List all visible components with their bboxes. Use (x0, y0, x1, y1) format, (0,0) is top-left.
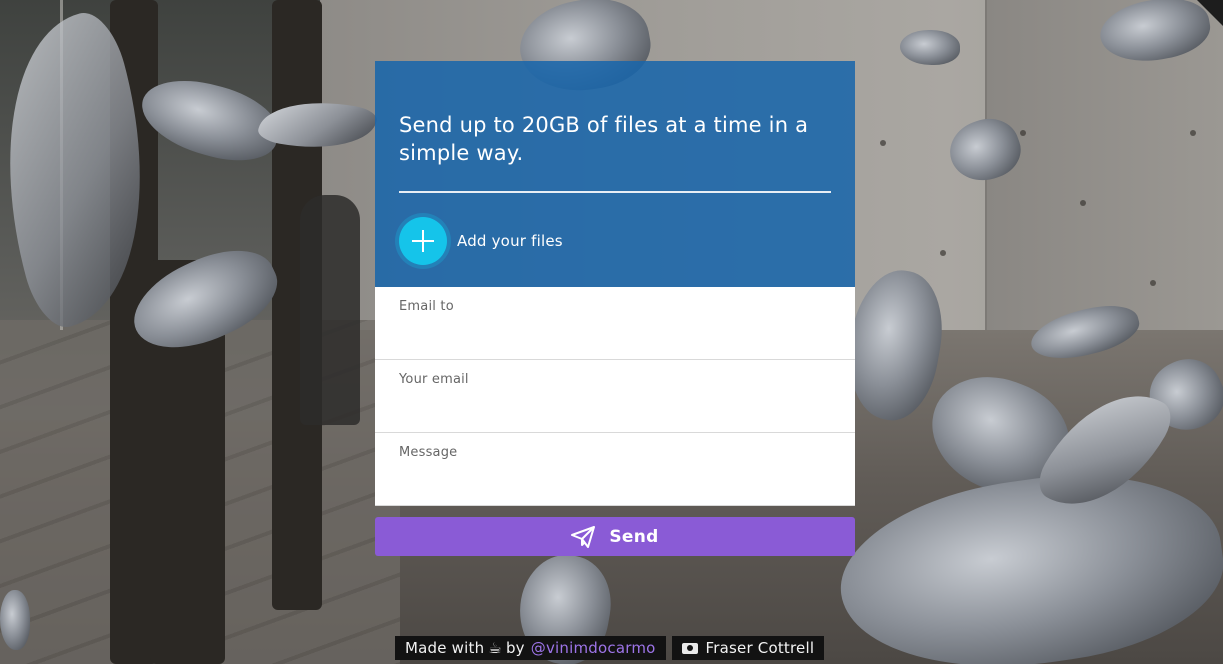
pigeon (900, 30, 960, 65)
wall-hole (1190, 130, 1196, 136)
footer-credits: Made with ☕ by @vinimdocarmo Fraser Cott… (395, 636, 825, 660)
camera-icon (681, 642, 698, 654)
author-link[interactable]: @vinimdocarmo (531, 639, 656, 657)
email-to-input[interactable] (399, 322, 831, 350)
coffee-icon: ☕ (488, 639, 502, 657)
made-with-credit: Made with ☕ by @vinimdocarmo (395, 636, 666, 660)
by-text: by (505, 639, 525, 657)
wall-hole (1150, 280, 1156, 286)
email-to-label: Email to (399, 299, 454, 314)
wall-hole (1080, 200, 1086, 206)
email-to-field[interactable]: Email to (375, 287, 855, 360)
header-divider (399, 191, 831, 193)
photo-credit[interactable]: Fraser Cottrell (671, 636, 825, 660)
message-label: Message (399, 445, 458, 460)
your-email-label: Your email (399, 372, 469, 387)
your-email-field[interactable]: Your email (375, 360, 855, 433)
pigeon (0, 590, 30, 650)
paper-plane-icon (571, 525, 596, 548)
message-input[interactable] (399, 468, 831, 496)
upload-card: Send up to 20GB of files at a time in a … (375, 61, 855, 556)
wall-hole (940, 250, 946, 256)
add-files-label: Add your files (457, 232, 563, 250)
photo-credit-name[interactable]: Fraser Cottrell (706, 639, 815, 657)
corner-ribbon[interactable] (1197, 0, 1223, 26)
send-label: Send (609, 526, 659, 547)
headline: Send up to 20GB of files at a time in a … (399, 113, 809, 165)
wall-hole (880, 140, 886, 146)
your-email-input[interactable] (399, 395, 831, 423)
send-button[interactable]: Send (375, 517, 855, 556)
wall-hole (1020, 130, 1026, 136)
add-files-button[interactable]: Add your files (399, 217, 831, 265)
made-with-text: Made with (405, 639, 485, 657)
pedestrian (300, 195, 360, 425)
message-field[interactable]: Message (375, 433, 855, 506)
card-header: Send up to 20GB of files at a time in a … (375, 61, 855, 287)
plus-icon[interactable] (399, 217, 447, 265)
